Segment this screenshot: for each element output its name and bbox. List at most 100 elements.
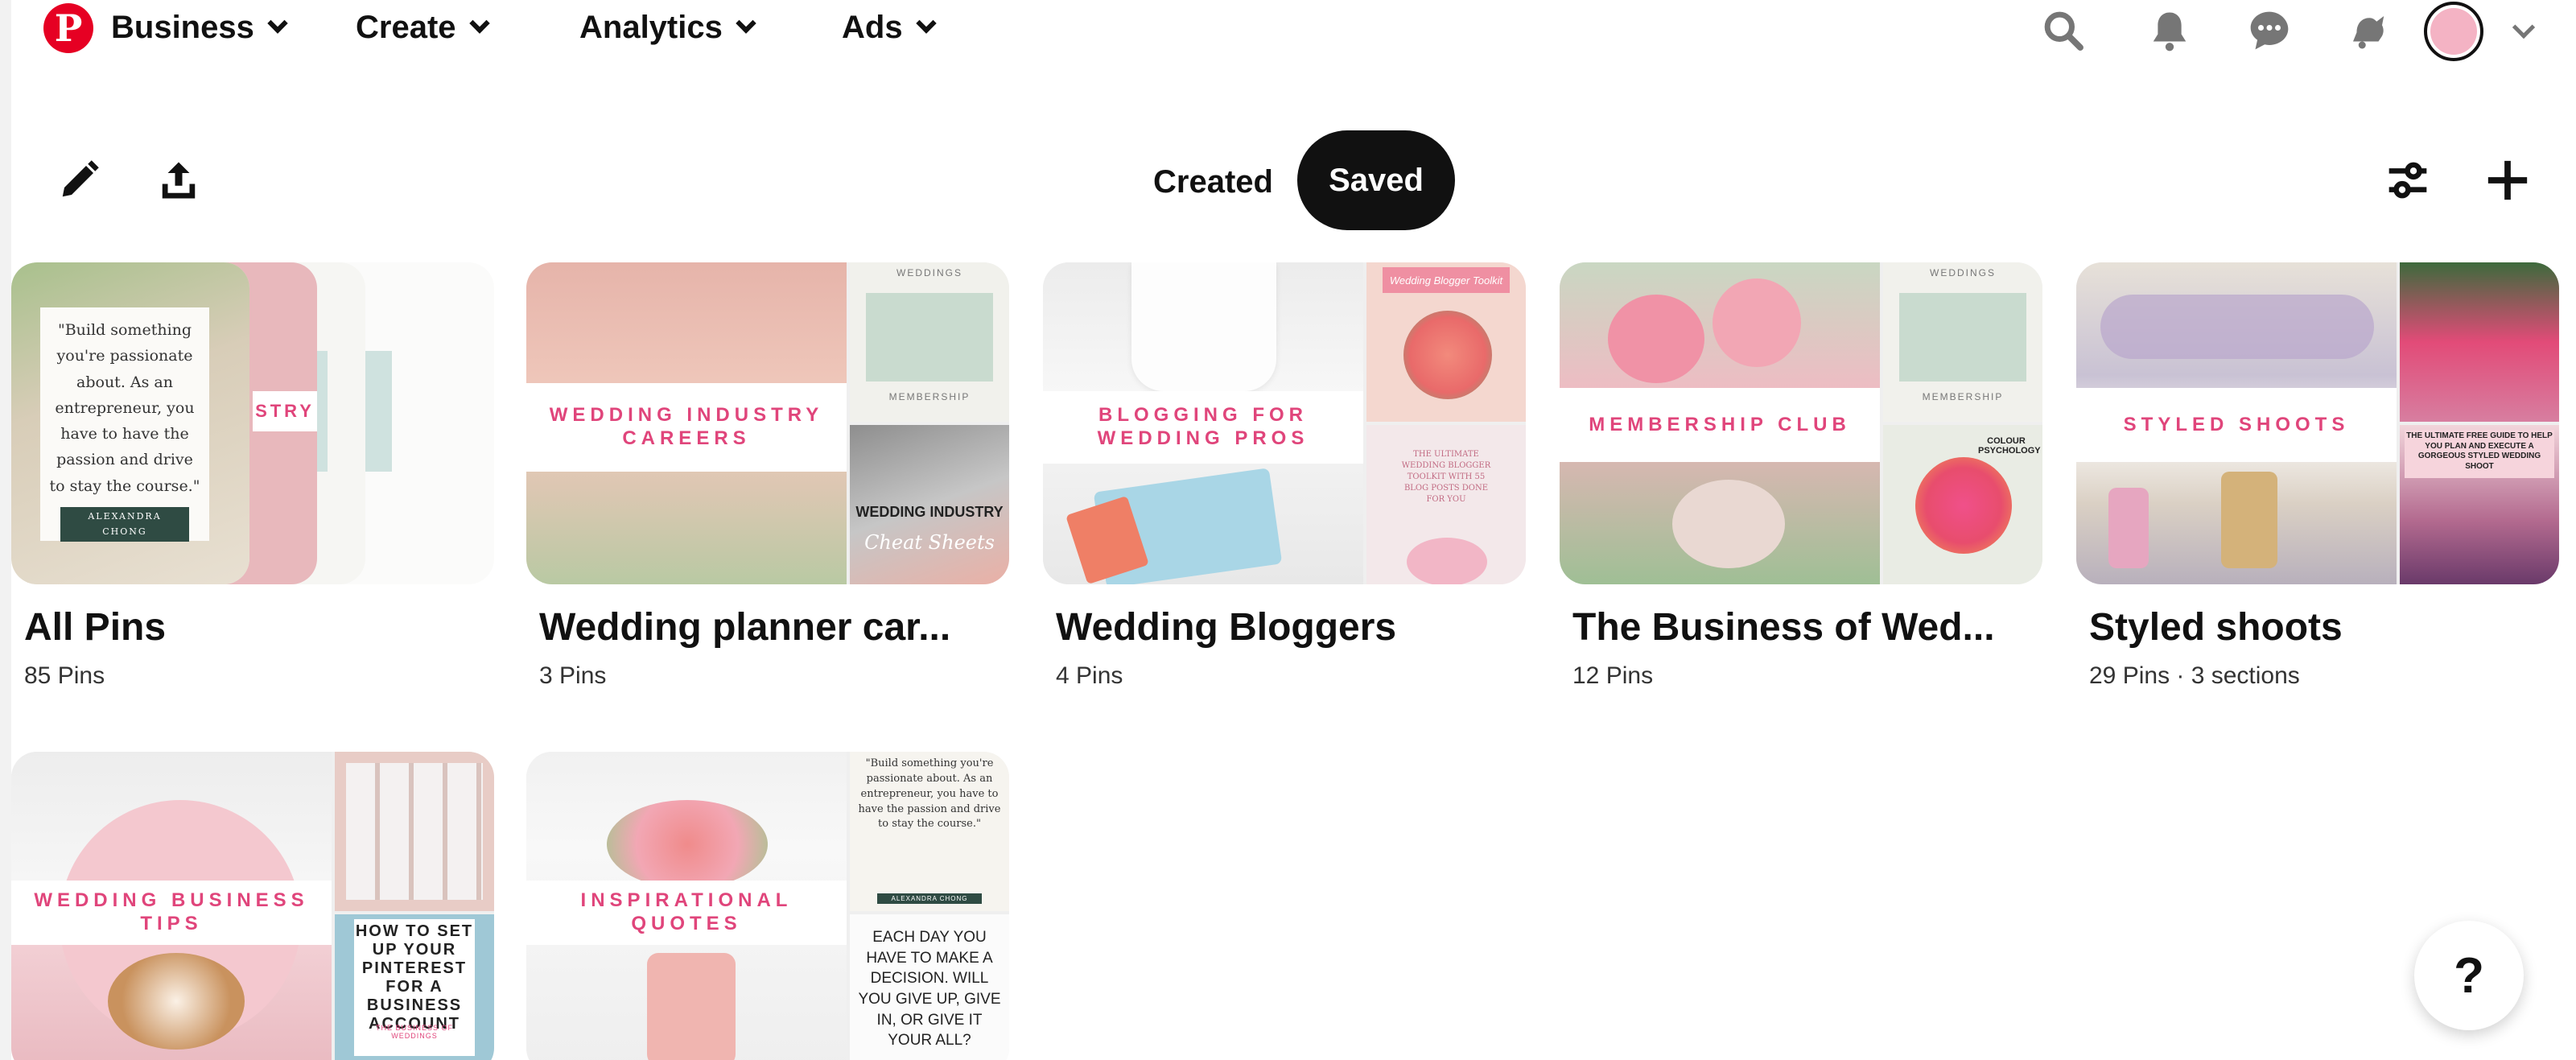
board-title: All Pins xyxy=(24,606,167,649)
profile-tab-bar: Created Saved xyxy=(11,113,2576,250)
quote-text: "Build something you're passionate about… xyxy=(49,321,200,495)
pin-text: THE ULTIMATE FREE GUIDE TO HELP YOU PLAN… xyxy=(2405,430,2554,478)
pin-image: INSPIRATIONAL QUOTES xyxy=(526,752,847,1060)
pin-image: THE ULTIMATE WEDDING BLOGGER TOOLKIT WIT… xyxy=(1366,425,1526,584)
pin-text: WEDDING INDUSTRY CAREERS xyxy=(526,383,847,472)
chevron-down-icon xyxy=(915,12,937,34)
add-button[interactable] xyxy=(2475,148,2540,212)
filter-sliders-icon xyxy=(2388,162,2427,199)
board-title: Wedding planner car... xyxy=(539,606,951,649)
notifications-icon[interactable] xyxy=(2145,6,2194,55)
pin-text: MEMBERSHIP xyxy=(1922,391,2004,402)
pin-image xyxy=(2400,262,2559,422)
pin-text: WEDDINGS xyxy=(1930,267,1996,278)
chevron-down-icon xyxy=(468,12,490,34)
share-button[interactable] xyxy=(146,148,211,212)
board-cover: INSPIRATIONAL QUOTES "Build something yo… xyxy=(526,752,1009,1060)
board-all-pins[interactable]: "Build something you're passionate about… xyxy=(11,262,494,690)
board-wedding-business-tips[interactable]: WEDDING BUSINESS TIPS HOW TO SET UP YOUR… xyxy=(11,752,494,1060)
chevron-down-icon[interactable] xyxy=(2512,15,2536,39)
nav-business-label: Business xyxy=(111,10,254,45)
board-wedding-planner-careers[interactable]: WEDDING INDUSTRY CAREERS WEDDINGS MEMBER… xyxy=(526,262,1009,690)
board-title: Styled shoots xyxy=(2089,606,2343,649)
board-meta: 29 Pins · 3 sections xyxy=(2089,662,2300,689)
pin-text: THE ULTIMATE WEDDING BLOGGER TOOLKIT WIT… xyxy=(1401,450,1491,504)
tab-created[interactable]: Created xyxy=(1126,142,1300,222)
board-title: The Business of Wed... xyxy=(1572,606,1995,649)
board-meta: 4 Pins xyxy=(1056,662,1123,689)
board-business-of-weddings[interactable]: MEMBERSHIP CLUB WEDDINGS MEMBERSHIP COLO… xyxy=(1560,262,2042,690)
pin-image: "Build something you're passionate about… xyxy=(850,752,1009,911)
pin-text: "Build something you're passionate about… xyxy=(858,757,1001,831)
profile-avatar[interactable] xyxy=(2424,2,2483,61)
pin-image: WEDDINGS MEMBERSHIP xyxy=(850,262,1009,422)
pin-image: MEMBERSHIP CLUB xyxy=(1560,262,1880,584)
board-cover: WEDDING INDUSTRY CAREERS WEDDINGS MEMBER… xyxy=(526,262,1009,584)
pin-image: COLOUR PSYCHOLOGY xyxy=(1883,425,2042,584)
pinterest-logo-icon[interactable]: P xyxy=(43,3,93,53)
board-cover: "Build something you're passionate about… xyxy=(11,262,494,584)
pin-text: Wedding Blogger Toolkit xyxy=(1383,267,1510,293)
board-inspirational-quotes[interactable]: INSPIRATIONAL QUOTES "Build something yo… xyxy=(526,752,1009,1060)
nav-create-menu[interactable]: Create xyxy=(356,10,490,46)
pin-text: STYLED SHOOTS xyxy=(2076,388,2397,462)
pin-text: INSPIRATIONAL QUOTES xyxy=(526,881,847,945)
nav-ads-menu[interactable]: Ads xyxy=(842,10,937,46)
pin-image: WEDDING INDUSTRY CAREERS xyxy=(526,262,847,584)
tab-saved[interactable]: Saved xyxy=(1297,130,1455,230)
pin-text: COLOUR PSYCHOLOGY xyxy=(1978,436,2041,456)
edit-button[interactable] xyxy=(47,148,111,212)
pin-image: EACH DAY YOU HAVE TO MAKE A DECISION. WI… xyxy=(850,914,1009,1060)
pin-image: WEDDING BUSINESS TIPS xyxy=(11,752,332,1060)
share-icon xyxy=(162,162,196,199)
nav-business-menu[interactable]: Business xyxy=(111,10,288,46)
nav-ads-label: Ads xyxy=(842,10,903,45)
profile-page: P Business Create Analytics Ads Created … xyxy=(11,0,2576,1060)
nav-create-label: Create xyxy=(356,10,456,45)
messages-icon[interactable] xyxy=(2245,6,2294,55)
pin-image: WEDDINGS MEMBERSHIP xyxy=(1883,262,2042,422)
pin-text: WEDDING INDUSTRY xyxy=(855,504,1004,520)
board-cover: STYLED SHOOTS THE ULTIMATE FREE GUIDE TO… xyxy=(2076,262,2559,584)
pin-text: WEDDING BUSINESS TIPS xyxy=(11,881,332,945)
pin-image: Wedding Blogger Toolkit xyxy=(1366,262,1526,422)
nav-analytics-label: Analytics xyxy=(579,10,723,45)
board-meta: 3 Pins xyxy=(539,662,607,689)
help-button[interactable]: ? xyxy=(2414,921,2524,1030)
updates-icon[interactable] xyxy=(2343,6,2392,55)
board-title: Wedding Bloggers xyxy=(1056,606,1397,649)
pin-text: EACH DAY YOU HAVE TO MAKE A DECISION. WI… xyxy=(858,929,1001,1050)
nav-analytics-menu[interactable]: Analytics xyxy=(579,10,756,46)
board-wedding-bloggers[interactable]: BLOGGING FOR WEDDING PROS Wedding Blogge… xyxy=(1043,262,1526,690)
board-meta: 85 Pins xyxy=(24,662,105,689)
top-navigation: P Business Create Analytics Ads xyxy=(11,0,2576,64)
quote-card: "Build something you're passionate about… xyxy=(40,307,209,542)
pin-text: STRY xyxy=(253,391,317,431)
plus-icon xyxy=(2487,160,2528,200)
board-styled-shoots[interactable]: STYLED SHOOTS THE ULTIMATE FREE GUIDE TO… xyxy=(2076,262,2559,690)
pin-text: Cheat Sheets xyxy=(864,531,995,554)
board-cover: MEMBERSHIP CLUB WEDDINGS MEMBERSHIP COLO… xyxy=(1560,262,2042,584)
pin-text: ALEXANDRA CHONG xyxy=(877,893,982,904)
filter-button[interactable] xyxy=(2376,148,2440,212)
pencil-icon xyxy=(62,160,99,197)
search-icon[interactable] xyxy=(2039,6,2088,55)
pin-image: THE ULTIMATE FREE GUIDE TO HELP YOU PLAN… xyxy=(2400,425,2559,584)
pin-text: WEDDINGS xyxy=(896,267,962,278)
pin-image: WEDDING INDUSTRY Cheat Sheets xyxy=(850,425,1009,584)
chevron-down-icon xyxy=(267,12,288,34)
pin-image: BLOGGING FOR WEDDING PROS xyxy=(1043,262,1363,584)
quote-author: ALEXANDRA CHONG xyxy=(60,507,189,542)
board-meta: 12 Pins xyxy=(1572,662,1654,689)
pin-image: STYLED SHOOTS xyxy=(2076,262,2397,584)
board-cover: BLOGGING FOR WEDDING PROS Wedding Blogge… xyxy=(1043,262,1526,584)
pin-text: MEMBERSHIP xyxy=(888,391,971,402)
pin-image: HOW TO SET UP YOUR PINTEREST FOR A BUSIN… xyxy=(335,914,494,1060)
board-cover: WEDDING BUSINESS TIPS HOW TO SET UP YOUR… xyxy=(11,752,494,1060)
pin-image xyxy=(335,752,494,911)
pin-text: MEMBERSHIP CLUB xyxy=(1560,388,1880,462)
pin-image: "Build something you're passionate about… xyxy=(11,262,249,584)
pin-text: BLOGGING FOR WEDDING PROS xyxy=(1043,391,1363,464)
pin-text: THE BUSINESS OF WEDDINGS xyxy=(375,1024,453,1040)
chevron-down-icon xyxy=(736,12,756,34)
